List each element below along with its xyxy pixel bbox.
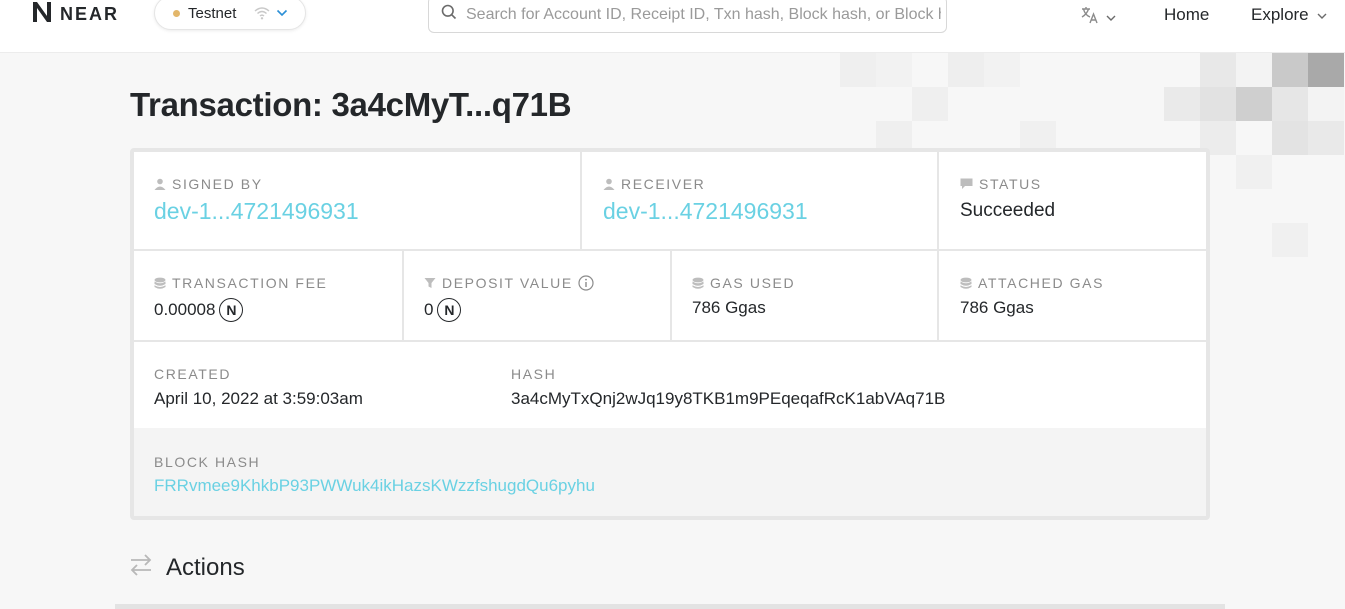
created-value: April 10, 2022 at 3:59:03am [154,389,363,408]
signed-by-label: SIGNED BY [172,176,263,192]
receiver-section: RECEIVER dev-1...4721496931 [603,176,923,225]
chevron-down-icon [1106,9,1116,27]
transaction-fee-section: TRANSACTION FEE 0.00008 N [154,275,394,322]
language-selector[interactable] [1080,5,1116,30]
signal-icon [254,6,270,20]
nav-home-link[interactable]: Home [1164,5,1209,25]
transaction-fee-value: 0.00008 [154,300,216,319]
created-section: CREATED April 10, 2022 at 3:59:03am [154,366,494,409]
attached-gas-section: ATTACHED GAS 786 Ggas [960,275,1200,318]
user-icon [603,178,615,190]
chevron-down-icon [276,9,288,17]
chevron-down-icon [1317,5,1327,25]
deposit-value-label: DEPOSIT VALUE [442,275,573,291]
filter-icon [424,277,436,289]
actions-title: Actions [166,553,245,581]
receiver-label: RECEIVER [621,176,706,192]
divider [402,249,404,340]
divider [670,249,672,340]
near-token-icon: N [437,298,462,322]
attached-gas-value: 786 Ggas [960,298,1034,317]
near-logo[interactable]: NEAR [30,0,120,29]
network-label: Testnet [188,4,237,22]
block-hash-label: BLOCK HASH [154,454,261,470]
attached-gas-label: ATTACHED GAS [978,275,1105,291]
receiver-account-link[interactable]: dev-1...4721496931 [603,198,923,225]
hash-value: 3a4cMyTxQnj2wJq19y8TKB1m9PEqeqafRcK1abVA… [511,389,946,408]
signed-by-section: SIGNED BY dev-1...4721496931 [154,176,574,225]
created-label: CREATED [154,366,232,382]
status-label: STATUS [979,176,1042,192]
status-section: STATUS Succeeded [960,176,1200,222]
block-hash-link[interactable]: FRRvmee9KhkbP93PWWuk4ikHazsKWzzfshugdQu6… [154,476,595,496]
actions-panel-edge [115,604,1225,609]
network-status-dot [173,9,180,17]
search-input[interactable] [466,5,941,24]
network-selector[interactable]: Testnet [154,0,306,30]
transaction-fee-label: TRANSACTION FEE [172,275,328,291]
nav-explore-dropdown[interactable]: Explore [1251,5,1327,25]
logo-text: NEAR [60,3,120,24]
nav-explore-label: Explore [1251,5,1309,24]
near-token-icon: N [219,298,244,322]
coins-icon [960,277,972,289]
translate-icon [1080,5,1100,30]
transfer-arrows-icon [128,552,154,583]
status-value: Succeeded [960,200,1056,221]
page-title: Transaction: 3a4cMyT...q71B [130,86,572,123]
deposit-value: 0 [424,300,434,319]
divider [937,152,939,340]
near-logo-icon [30,0,54,29]
search-bar[interactable] [428,0,947,33]
gas-used-label: GAS USED [710,275,796,291]
gas-used-value: 786 Ggas [692,298,766,317]
block-hash-section: BLOCK HASH FRRvmee9KhkbP93PWWuk4ikHazsKW… [134,428,1206,516]
signed-by-account-link[interactable]: dev-1...4721496931 [154,198,574,225]
comment-icon [960,178,973,190]
user-icon [154,178,166,190]
actions-heading: Actions [128,552,245,583]
hash-label: HASH [511,366,557,382]
divider [134,340,1206,342]
info-icon[interactable] [578,275,594,291]
gas-used-section: GAS USED 786 Ggas [692,275,922,318]
top-navbar: NEAR Testnet Search for Account ID, Rece… [0,0,1345,53]
divider [580,152,582,249]
search-icon [441,4,457,25]
transaction-details-card: SIGNED BY dev-1...4721496931 RECEIVER de… [130,148,1210,520]
coins-icon [692,277,704,289]
coins-icon [154,277,166,289]
deposit-value-section: DEPOSIT VALUE 0 N [424,275,664,322]
hash-section: HASH 3a4cMyTxQnj2wJq19y8TKB1m9PEqeqafRcK… [511,366,1071,409]
